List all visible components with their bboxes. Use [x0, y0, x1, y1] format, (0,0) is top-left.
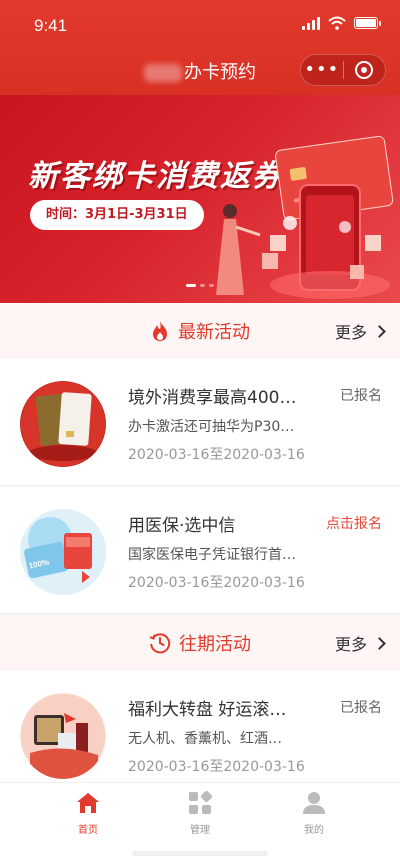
more-menu-icon[interactable]: •••	[301, 55, 343, 85]
activity-thumbnail: 100%	[20, 509, 106, 595]
activity-thumbnail	[20, 693, 106, 779]
banner-pager	[186, 284, 214, 287]
activity-thumbnail	[20, 381, 106, 467]
app-header: 9:41 办卡预约 •••	[0, 0, 400, 95]
tab-label: 首页	[78, 825, 98, 836]
activity-description: 办卡激活还可抽华为P30…	[128, 419, 295, 435]
section-title: 最新活动	[178, 322, 250, 343]
status-time: 9:41	[34, 16, 68, 35]
banner-illustration	[216, 135, 394, 299]
activity-status: 已报名	[340, 388, 382, 404]
chevron-right-icon	[373, 324, 386, 338]
wifi-icon	[328, 16, 346, 30]
section-title: 往期活动	[179, 634, 251, 655]
home-icon	[77, 793, 99, 813]
signal-icon	[302, 16, 320, 30]
chevron-right-icon	[373, 636, 386, 650]
activity-card[interactable]: 境外消费享最高400… 办卡激活还可抽华为P30… 2020-03-16至202…	[0, 359, 400, 486]
home-indicator	[132, 851, 268, 856]
tab-manage[interactable]: 管理	[160, 789, 240, 836]
activity-description: 国家医保电子凭证银行首…	[128, 547, 296, 563]
status-bar: 9:41	[0, 0, 400, 50]
banner-time-pill: 时间：3月1日-3月31日	[30, 200, 204, 230]
close-program-icon[interactable]	[343, 61, 385, 79]
past-activities-header: 往期活动 更多	[0, 615, 400, 671]
activity-date: 2020-03-16至2020-03-16	[128, 759, 305, 775]
activity-name: 用医保·选中信	[128, 516, 236, 536]
tab-label: 管理	[190, 825, 210, 836]
past-more-link[interactable]: 更多	[335, 631, 386, 655]
activity-date: 2020-03-16至2020-03-16	[128, 447, 305, 463]
flame-icon	[153, 321, 167, 341]
battery-icon	[354, 17, 381, 29]
latest-activities-header: 最新活动 更多	[0, 303, 400, 359]
activity-date: 2020-03-16至2020-03-16	[128, 575, 305, 591]
activity-card[interactable]: 福利大转盘 好运滚… 无人机、香薰机、红酒… 2020-03-16至2020-0…	[0, 671, 400, 798]
mini-program-capsule: •••	[300, 54, 386, 86]
activity-name: 福利大转盘 好运滚…	[128, 700, 287, 720]
activity-status: 已报名	[340, 700, 382, 716]
promo-banner[interactable]: 新客绑卡消费返券 时间：3月1日-3月31日	[0, 95, 400, 303]
history-clock-icon	[149, 633, 171, 654]
register-button[interactable]: 点击报名	[326, 513, 382, 533]
blurred-bank-name	[144, 64, 182, 82]
user-icon	[303, 792, 325, 814]
latest-more-link[interactable]: 更多	[335, 319, 386, 343]
activity-card[interactable]: 100% 用医保·选中信 国家医保电子凭证银行首… 2020-03-16至202…	[0, 487, 400, 614]
tab-profile[interactable]: 我的	[274, 789, 354, 836]
activity-name: 境外消费享最高400…	[128, 388, 297, 408]
tab-label: 我的	[304, 825, 324, 836]
tab-home[interactable]: 首页	[48, 789, 128, 836]
status-icons	[302, 16, 381, 30]
grid-icon	[189, 791, 212, 814]
activity-description: 无人机、香薰机、红酒…	[128, 731, 282, 747]
